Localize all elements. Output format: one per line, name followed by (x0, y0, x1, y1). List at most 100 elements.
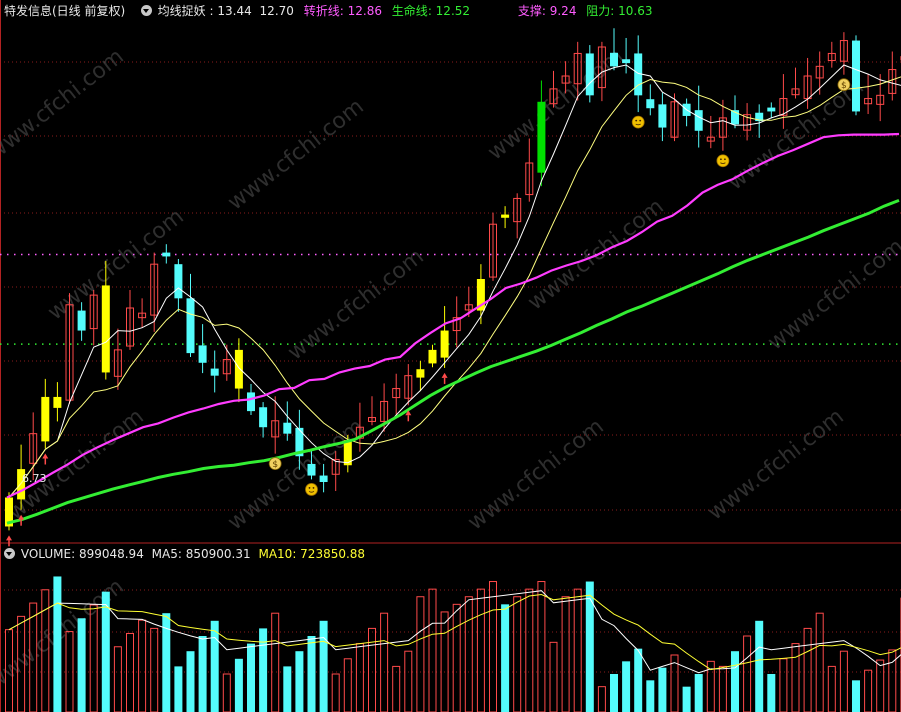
colon: : (177, 547, 186, 561)
volume-bar (561, 596, 570, 712)
volume-bar (791, 643, 800, 712)
watermark-text: www.cfchi.com (3, 404, 148, 525)
turn-line-value: 12.86 (347, 4, 382, 18)
life-line-value: 12.52 (435, 4, 471, 18)
candle-body (234, 349, 243, 389)
volume-bar (174, 666, 183, 712)
watermark-text: www.cfchi.com (283, 244, 428, 365)
candle-body (658, 104, 667, 128)
smiley-eye (639, 119, 642, 122)
volume-bar (779, 658, 788, 712)
volume-bar (622, 661, 631, 712)
buy-arrow-icon (441, 372, 448, 378)
volume-bar (404, 650, 413, 712)
candle-body (198, 345, 207, 363)
volume-bar (646, 680, 655, 712)
candle-body (622, 59, 631, 64)
volume-bar (307, 636, 316, 712)
candle-body (41, 396, 50, 442)
life-line-label: 生命线 (391, 4, 428, 18)
volume-bar (198, 636, 207, 712)
volume-bar (537, 581, 546, 712)
volume-bar (234, 658, 243, 712)
volume-bar (295, 651, 304, 712)
volume-bar (319, 620, 328, 712)
volume-bar (464, 596, 473, 712)
volume-bar (113, 646, 122, 712)
volume-bar (452, 603, 461, 712)
candle-body (537, 101, 546, 173)
colon: : (71, 547, 79, 561)
volume-bar (597, 686, 606, 712)
candle-body (501, 214, 510, 218)
candle-body (585, 53, 594, 96)
candle-body (53, 396, 62, 408)
smiley-icon (631, 115, 645, 129)
buy-arrow-icon (6, 535, 12, 541)
volume-bar (368, 627, 376, 712)
volume-bar (259, 628, 268, 712)
watermark-text: www.cfchi.com (43, 204, 188, 325)
volume-bar (428, 588, 437, 712)
volume-bar (283, 666, 292, 712)
volume-bar (65, 631, 74, 712)
candle-body (174, 264, 183, 299)
volume-bar (585, 581, 594, 712)
volume-value: 899048.94 (78, 547, 144, 561)
volume-label[interactable]: VOLUME (21, 547, 71, 561)
resistance-label: 阻力 (586, 4, 611, 18)
volume-bar (343, 658, 352, 712)
candle-body (416, 369, 425, 378)
volume-bar (53, 576, 62, 712)
watermark-text: www.cfchi.com (223, 94, 368, 215)
volume-bar (271, 612, 280, 712)
candle-body (162, 252, 171, 257)
turn-line (6, 132, 900, 499)
volume-bar (501, 604, 510, 712)
stock-title: 特发信息(日线 前复权) (4, 4, 126, 18)
watermark-text: www.cfchi.com (763, 234, 901, 355)
volume-bar (101, 591, 110, 712)
low-price-label: 6.73 (22, 472, 47, 485)
volume-bar (694, 674, 703, 712)
indicator-name[interactable]: 均线捉妖 (158, 4, 206, 18)
support-resistance-lines (0, 253, 901, 345)
volume-bar (767, 674, 776, 712)
candle-body (694, 110, 703, 131)
candle-body (101, 285, 110, 373)
candle-body (259, 407, 268, 428)
volume-bar (803, 627, 812, 712)
volume-bar (77, 618, 86, 712)
support-value: 9.24 (549, 4, 577, 18)
volume-bar (815, 612, 824, 712)
volume-bar (839, 650, 848, 712)
candle-body (428, 349, 437, 364)
candle-body (319, 475, 328, 482)
colon: : (339, 4, 348, 18)
volume-bar (743, 635, 752, 712)
candle-body (852, 40, 860, 112)
volume-dropdown-icon[interactable] (4, 548, 15, 559)
smiley-icon (716, 154, 730, 168)
money-bag-symbol: $ (272, 460, 278, 470)
indicator-val1: 13.44 (217, 4, 252, 18)
volume-ma5-line (8, 590, 901, 674)
kline-chart[interactable]: www.cfchi.com www.cfchi.com www.cfchi.com w… (0, 0, 901, 712)
volume-bar (888, 649, 897, 712)
volume-bar (731, 651, 739, 712)
ma10-value: 723850.88 (300, 547, 366, 561)
volume-bar (718, 665, 727, 712)
volume-bar (247, 643, 255, 712)
candle-body (767, 107, 776, 112)
volume-bar (380, 612, 389, 712)
volume-bar (852, 680, 860, 712)
indicator-dropdown-icon[interactable] (140, 5, 152, 16)
colon: : (427, 4, 436, 18)
smiley-eye (635, 119, 638, 122)
ma-short-line (8, 64, 901, 498)
volume-bar (755, 620, 764, 712)
colon: : (610, 4, 619, 18)
watermark-text: www.cfchi.com (463, 414, 608, 535)
volume-bar (210, 620, 219, 712)
volume-series (5, 576, 901, 712)
